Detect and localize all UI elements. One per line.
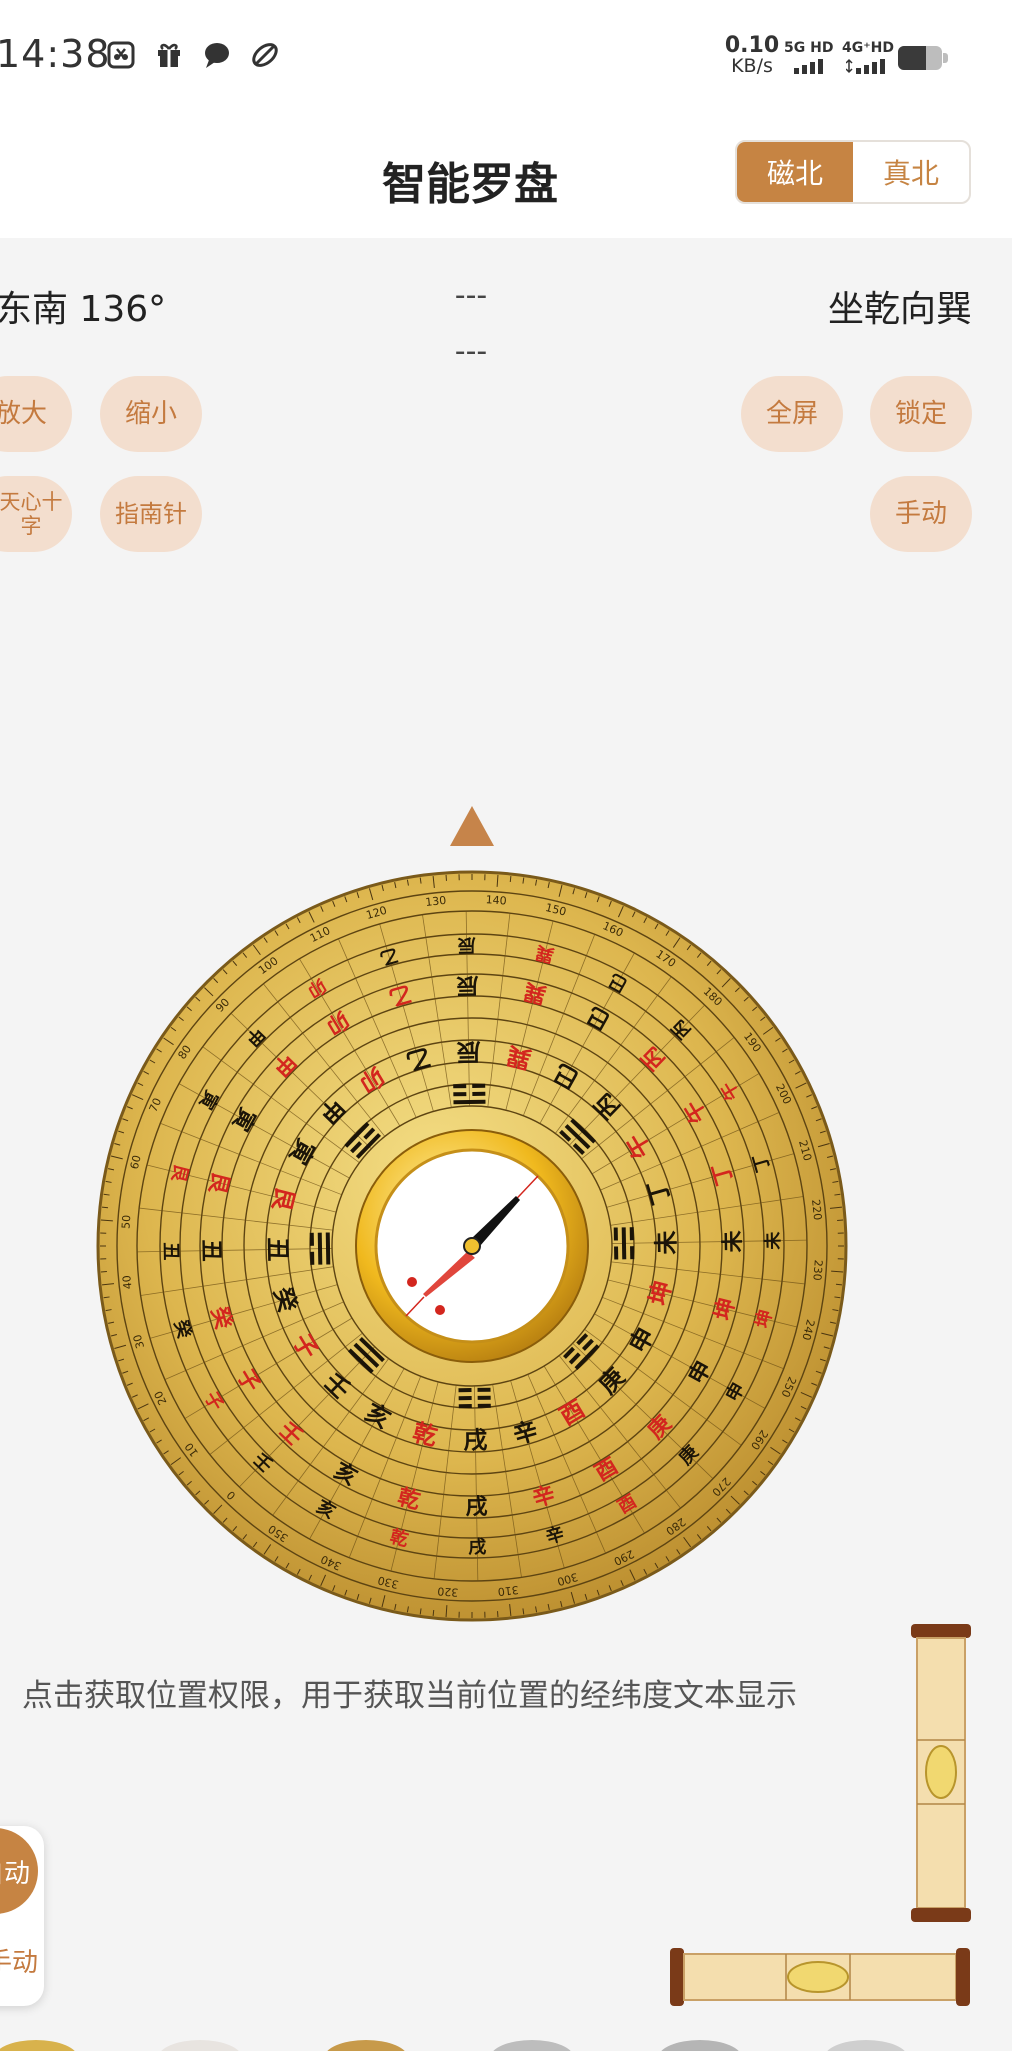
signal-5g: 5G HD bbox=[784, 40, 834, 56]
signal-bars-icon-2 bbox=[846, 58, 885, 74]
mountain-label: 丑 bbox=[263, 1237, 292, 1262]
net-speed-unit: KB/s bbox=[731, 55, 773, 77]
center-dot-left bbox=[407, 1277, 417, 1287]
mountain-label: 辰 bbox=[458, 934, 476, 955]
notification-icons bbox=[106, 40, 280, 70]
mountain-label: 辰 bbox=[456, 1037, 481, 1066]
compass-style-thumbnails[interactable] bbox=[0, 2032, 1012, 2051]
crosshair-button[interactable]: 天心十字 bbox=[0, 476, 72, 552]
mountain-label: 戌 bbox=[463, 1425, 488, 1454]
compass-needle-button[interactable]: 指南针 bbox=[100, 476, 202, 552]
degree-label: 130 bbox=[425, 894, 447, 909]
mountain-label: 戌 bbox=[465, 1494, 487, 1520]
app-bar: 智能罗盘 磁北 真北 bbox=[0, 112, 1012, 238]
degree-label: 140 bbox=[485, 893, 507, 907]
direction-readout: 东南 136° bbox=[0, 289, 167, 330]
heading-pointer-icon bbox=[450, 806, 494, 846]
true-north-button[interactable]: 真北 bbox=[853, 142, 969, 202]
mountain-label: 戌 bbox=[468, 1536, 486, 1558]
page-title: 智能罗盘 bbox=[382, 159, 558, 210]
status-time: 14:38 bbox=[0, 32, 111, 76]
battery-icon bbox=[898, 46, 948, 70]
north-mode-toggle[interactable]: 磁北 真北 bbox=[735, 140, 971, 204]
net-speed: 0.10 KB/s bbox=[722, 33, 782, 77]
degree-label: 40 bbox=[120, 1275, 134, 1290]
mountain-label: 未 bbox=[651, 1230, 680, 1255]
signal-bars-icon bbox=[794, 59, 823, 74]
status-bar: 14:38 0.10 KB/s 5G HD 4G⁺HD bbox=[0, 0, 1012, 112]
sitting-facing-readout: 坐乾向巽 bbox=[827, 289, 972, 330]
mountain-label: 丑 bbox=[198, 1239, 224, 1261]
degree-label: 50 bbox=[119, 1214, 133, 1229]
manual-mode-button[interactable]: 手动 bbox=[870, 476, 972, 552]
chat-bubble-icon bbox=[205, 43, 229, 68]
readout-line-2: --- bbox=[454, 334, 488, 369]
fullscreen-button[interactable]: 全屏 bbox=[741, 376, 843, 452]
readout-line-1: --- bbox=[454, 278, 488, 313]
degree-label: 320 bbox=[437, 1584, 459, 1598]
center-dot-bottom bbox=[435, 1305, 445, 1315]
mountain-label: 辰 bbox=[456, 972, 478, 998]
degree-label: 220 bbox=[809, 1199, 824, 1221]
luopan-compass[interactable]: 0102030405060708090100110120130 140150160… bbox=[96, 870, 848, 1622]
screenshot-icon bbox=[107, 41, 135, 69]
signal-4g: 4G⁺HD bbox=[842, 40, 894, 56]
horizontal-level-icon bbox=[670, 1948, 970, 2006]
mountain-label: 未 bbox=[720, 1230, 746, 1252]
mountain-label: 丑 bbox=[160, 1242, 181, 1260]
zoom-in-button[interactable]: 放大 bbox=[0, 376, 72, 452]
leaf-icon bbox=[252, 43, 278, 67]
degree-label: 310 bbox=[497, 1583, 519, 1598]
lock-button[interactable]: 锁定 bbox=[870, 376, 972, 452]
degree-label: 230 bbox=[810, 1259, 824, 1281]
mountain-label: 未 bbox=[763, 1231, 784, 1250]
net-speed-value: 0.10 bbox=[724, 33, 780, 58]
manual-mode-option[interactable]: 手动 bbox=[0, 1942, 38, 1979]
zoom-out-button[interactable]: 缩小 bbox=[100, 376, 202, 452]
gift-icon bbox=[158, 43, 180, 67]
location-permission-prompt[interactable]: 点击获取位置权限，用于获取当前位置的经纬度文本显示 bbox=[22, 1670, 922, 1715]
vertical-level-icon bbox=[911, 1624, 971, 1922]
magnetic-north-button[interactable]: 磁北 bbox=[737, 142, 853, 202]
